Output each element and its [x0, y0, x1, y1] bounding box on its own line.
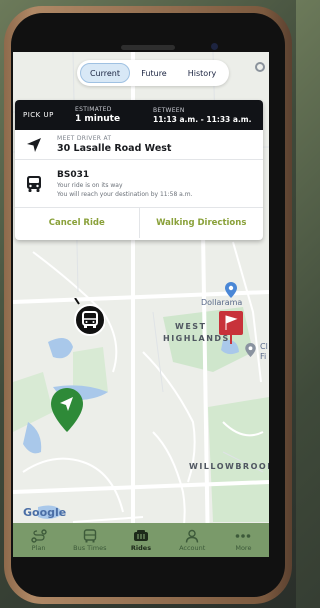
- estimated-label: ESTIMATED: [75, 106, 112, 113]
- nav-plan-label: Plan: [31, 543, 46, 552]
- google-logo: Google: [23, 506, 67, 519]
- trip-card: PICK UP ESTIMATED 1 minute BETWEEN 11:13…: [15, 100, 263, 240]
- nav-bus-times[interactable]: Bus Times: [64, 523, 115, 557]
- route-icon: [30, 528, 47, 543]
- bus-row[interactable]: BS031 Your ride is on its way You will r…: [15, 160, 263, 208]
- nav-account[interactable]: Account: [167, 523, 218, 557]
- destination-marker[interactable]: [218, 310, 244, 348]
- navigation-arrow-icon: [23, 134, 45, 156]
- ride-tabs: Current Future History: [77, 60, 229, 86]
- speaker-grille: [121, 45, 175, 50]
- tab-future[interactable]: Future: [130, 63, 178, 83]
- map-label-west: WEST: [175, 322, 207, 331]
- app-screen: WEST HIGHLANDS WILLOWBROOK Dollarama Cl …: [13, 52, 269, 557]
- pickup-label: PICK UP: [23, 111, 54, 119]
- meet-driver-label: MEET DRIVER AT: [57, 135, 112, 142]
- tab-history[interactable]: History: [178, 63, 226, 83]
- trip-card-header: PICK UP ESTIMATED 1 minute BETWEEN 11:13…: [15, 100, 263, 130]
- walking-directions-button[interactable]: Walking Directions: [138, 208, 264, 238]
- map-pin-icon[interactable]: [225, 282, 237, 298]
- estimated-value: 1 minute: [75, 114, 121, 124]
- cancel-ride-button[interactable]: Cancel Ride: [15, 208, 139, 238]
- front-camera: [211, 43, 218, 50]
- poi-label-partial: Cl: [260, 342, 268, 351]
- poi-pin-icon[interactable]: [245, 343, 256, 357]
- person-icon: [184, 529, 200, 543]
- bus-id: BS031: [57, 169, 90, 180]
- ride-status: Your ride is on its way: [57, 181, 123, 189]
- meet-driver-row[interactable]: MEET DRIVER AT 30 Lasalle Road West: [15, 130, 263, 160]
- nav-plan[interactable]: Plan: [13, 523, 64, 557]
- map-label-willowbrook: WILLOWBROOK: [189, 462, 269, 471]
- nav-rides[interactable]: Rides: [115, 523, 166, 557]
- bottom-navigation: Plan Bus Times Rides Account More: [13, 523, 269, 557]
- nav-more[interactable]: More: [218, 523, 269, 557]
- map-location-control[interactable]: [255, 62, 265, 72]
- rides-icon: [133, 529, 149, 543]
- between-block: BETWEEN 11:13 a.m. - 11:33 a.m.: [153, 107, 251, 124]
- estimated-block: ESTIMATED 1 minute: [75, 106, 153, 124]
- trip-card-actions: Cancel Ride Walking Directions: [15, 208, 263, 238]
- nav-more-label: More: [235, 543, 252, 552]
- poi-label-partial-2: Fi: [260, 352, 267, 361]
- pickup-location-marker[interactable]: [51, 388, 83, 436]
- arrival-estimate: You will reach your destination by 11:58…: [57, 190, 193, 198]
- more-dots-icon: [235, 529, 251, 543]
- bus-location-marker[interactable]: [71, 297, 106, 342]
- between-value: 11:13 a.m. - 11:33 a.m.: [153, 114, 252, 124]
- meet-address: 30 Lasalle Road West: [57, 143, 172, 154]
- poi-label-dollarama: Dollarama: [201, 298, 243, 307]
- nav-account-label: Account: [179, 543, 206, 552]
- tab-current[interactable]: Current: [80, 63, 130, 83]
- bus-icon: [23, 173, 45, 195]
- bus-icon: [82, 528, 98, 543]
- between-label: BETWEEN: [153, 106, 185, 114]
- nav-bus-times-label: Bus Times: [73, 543, 107, 552]
- nav-rides-label: Rides: [130, 543, 152, 552]
